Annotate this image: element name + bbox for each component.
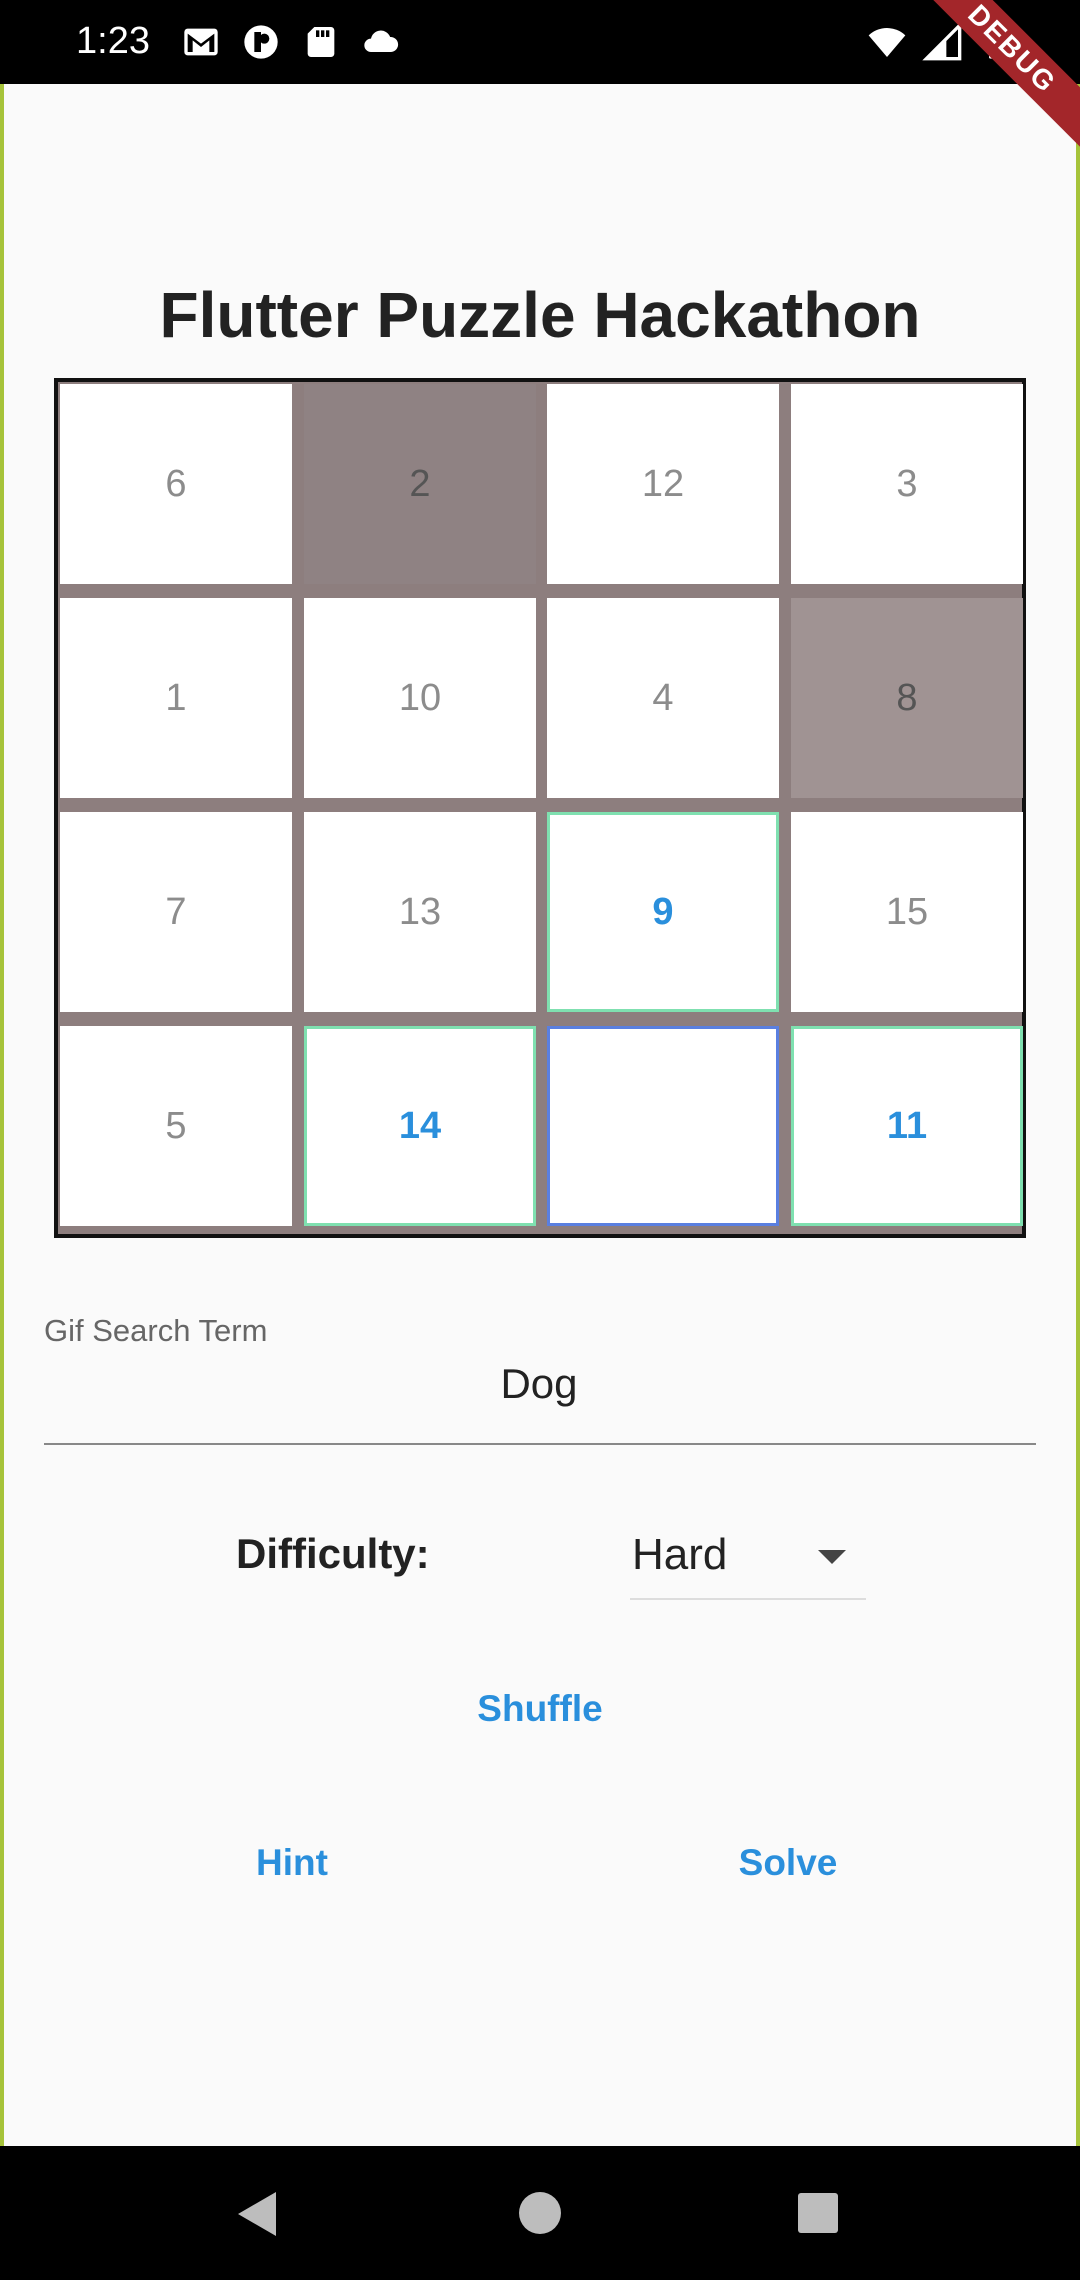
puzzle-tile-9[interactable]: 9	[547, 812, 779, 1012]
shuffle-button[interactable]: Shuffle	[440, 1688, 640, 1730]
solve-button[interactable]: Solve	[688, 1842, 888, 1884]
search-field-label: Gif Search Term	[44, 1313, 268, 1348]
puzzle-tile-2: 2	[304, 384, 536, 584]
difficulty-dropdown[interactable]: Hard	[630, 1522, 866, 1600]
wifi-icon	[868, 28, 906, 57]
gmail-icon	[184, 28, 218, 56]
puzzle-tile-13: 13	[304, 812, 536, 1012]
puzzle-tile-4: 4	[547, 598, 779, 798]
recent-apps-icon[interactable]	[798, 2193, 838, 2233]
puzzle-tile-14[interactable]: 14	[304, 1026, 536, 1226]
back-icon[interactable]	[238, 2192, 276, 2236]
dropdown-arrow-icon	[818, 1550, 846, 1564]
notification-icons	[180, 22, 402, 62]
difficulty-label: Difficulty:	[236, 1530, 430, 1577]
app-icon	[244, 25, 278, 59]
navigation-bar	[0, 2146, 1080, 2280]
puzzle-board: 6 2 12 3 1 10 4 8 7 13 9 15 5 14 11	[54, 378, 1026, 1238]
puzzle-tile-10: 10	[304, 598, 536, 798]
signal-icon	[922, 22, 962, 61]
status-time: 1:23	[76, 20, 150, 62]
puzzle-tile-5: 5	[60, 1026, 292, 1226]
search-input[interactable]: Dog	[44, 1360, 1034, 1408]
search-input-underline	[44, 1443, 1036, 1445]
cloud-icon	[364, 30, 399, 52]
puzzle-tile-12: 12	[547, 384, 779, 584]
hint-button[interactable]: Hint	[192, 1842, 392, 1884]
empty-tile	[547, 1026, 779, 1226]
status-bar: 1:23 DEBUG	[0, 0, 1080, 163]
puzzle-tile-8: 8	[791, 598, 1023, 798]
puzzle-tile-1: 1	[60, 598, 292, 798]
puzzle-tile-3: 3	[791, 384, 1023, 584]
home-icon[interactable]	[519, 2192, 561, 2234]
puzzle-tile-11[interactable]: 11	[791, 1026, 1023, 1226]
sd-card-icon	[307, 27, 335, 57]
puzzle-tile-7: 7	[60, 812, 292, 1012]
difficulty-selected-value: Hard	[632, 1530, 728, 1579]
puzzle-tile-15: 15	[791, 812, 1023, 1012]
puzzle-tile-6: 6	[60, 384, 292, 584]
page-title: Flutter Puzzle Hackathon	[159, 279, 921, 351]
